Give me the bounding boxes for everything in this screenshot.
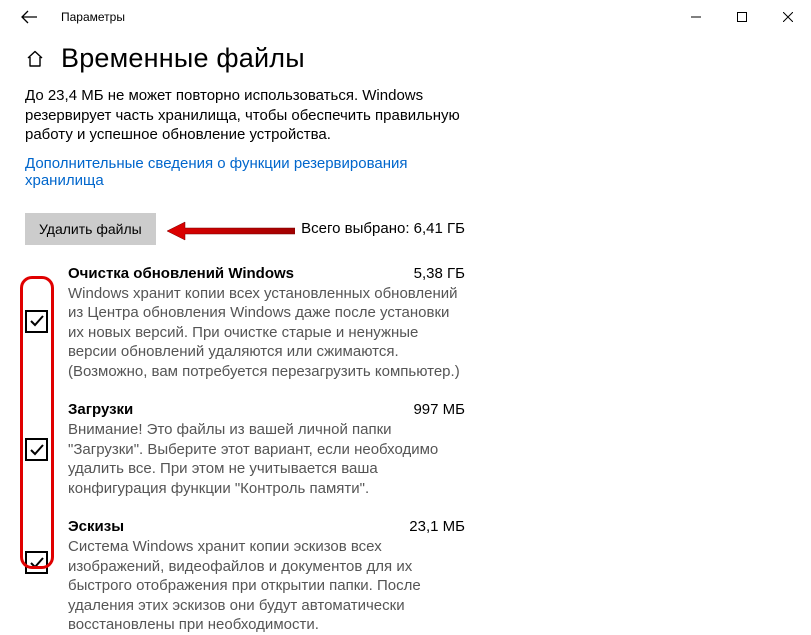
close-icon xyxy=(783,12,793,22)
item-head: Эскизы 23,1 МБ xyxy=(68,518,465,535)
arrow-left-icon xyxy=(20,8,38,26)
item-size: 5,38 ГБ xyxy=(414,265,465,282)
item-size: 997 МБ xyxy=(413,401,465,418)
maximize-icon xyxy=(737,12,747,22)
storage-reserve-link[interactable]: Дополнительные сведения о функции резерв… xyxy=(25,155,465,189)
maximize-button[interactable] xyxy=(719,0,765,33)
item-description: Внимание! Это файлы из вашей личной папк… xyxy=(68,420,465,498)
item-title: Очистка обновлений Windows xyxy=(68,265,294,282)
list-item: Очистка обновлений Windows 5,38 ГБ Windows… xyxy=(25,265,465,382)
item-title: Эскизы xyxy=(68,518,124,535)
checkbox[interactable] xyxy=(25,438,48,461)
item-size: 23,1 МБ xyxy=(409,518,465,535)
item-body: Очистка обновлений Windows 5,38 ГБ Windows… xyxy=(68,265,465,382)
minimize-button[interactable] xyxy=(673,0,719,33)
cleanup-list: Очистка обновлений Windows 5,38 ГБ Windows… xyxy=(25,265,465,635)
minimize-icon xyxy=(691,12,701,22)
item-body: Загрузки 997 МБ Внимание! Это файлы из ваш… xyxy=(68,401,465,498)
checkmark-icon xyxy=(29,555,45,571)
home-icon[interactable] xyxy=(25,49,45,69)
total-selected-label: Всего выбрано: 6,41 ГБ xyxy=(301,220,465,237)
item-title: Загрузки xyxy=(68,401,133,418)
checkmark-icon xyxy=(29,442,45,458)
checkmark-icon xyxy=(29,313,45,329)
total-prefix: Всего выбрано: xyxy=(301,220,414,237)
window-title: Параметры xyxy=(61,10,125,24)
content-area: Временные файлы До 23,4 МБ не может повт… xyxy=(0,33,490,635)
titlebar: Параметры xyxy=(0,0,811,33)
item-head: Загрузки 997 МБ xyxy=(68,401,465,418)
action-row: Удалить файлы Всего выбрано: 6,41 ГБ xyxy=(25,213,465,245)
item-body: Эскизы 23,1 МБ Система Windows хранит копи… xyxy=(68,518,465,635)
checkbox[interactable] xyxy=(25,310,48,333)
item-description: Система Windows хранит копии эскизов все… xyxy=(68,537,465,635)
annotation-arrow-icon xyxy=(165,219,295,243)
delete-files-button[interactable]: Удалить файлы xyxy=(25,213,156,245)
header-row: Временные файлы xyxy=(25,43,465,74)
checkbox[interactable] xyxy=(25,551,48,574)
page-description: До 23,4 МБ не может повторно использоват… xyxy=(25,86,465,145)
page-title: Временные файлы xyxy=(61,43,305,74)
item-head: Очистка обновлений Windows 5,38 ГБ xyxy=(68,265,465,282)
list-item: Эскизы 23,1 МБ Система Windows хранит копи… xyxy=(25,518,465,635)
window-controls xyxy=(673,0,811,33)
total-value: 6,41 ГБ xyxy=(414,220,465,237)
close-button[interactable] xyxy=(765,0,811,33)
list-item: Загрузки 997 МБ Внимание! Это файлы из ваш… xyxy=(25,401,465,498)
item-description: Windows хранит копии всех установленных … xyxy=(68,284,465,382)
back-button[interactable] xyxy=(12,0,46,33)
